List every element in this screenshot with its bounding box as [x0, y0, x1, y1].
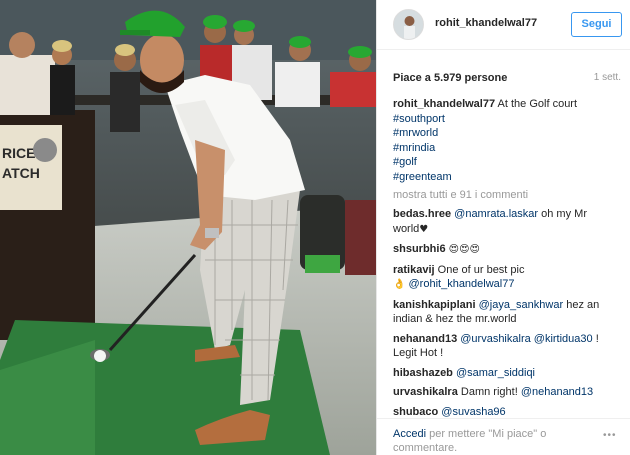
post-photo[interactable]: RICE ATCH — [0, 0, 376, 455]
comment-item: shsurbhi6 😍😍😍 — [393, 242, 623, 258]
login-prompt: Accedi per mettere "Mi piace" o commenta… — [393, 427, 583, 455]
hashtag-link[interactable]: #greenteam — [393, 170, 623, 185]
heart-icon: ♥ — [419, 223, 429, 235]
more-options-icon[interactable]: ••• — [603, 431, 623, 441]
comment-item: ratikavij One of ur best pic 👌 @rohit_kh… — [393, 263, 623, 293]
post-header: rohit_khandelwal77 Segui — [377, 0, 630, 50]
hashtag-link[interactable]: #golf — [393, 155, 623, 170]
comment-mention[interactable]: @suvasha96 — [441, 406, 505, 418]
comment-username[interactable]: bedas.hree — [393, 208, 451, 220]
comments-list: rohit_khandelwal77 At the Golf court #so… — [393, 97, 623, 417]
comment-mention[interactable]: @namrata.laskar — [454, 208, 538, 220]
banner-text-1: RICE — [2, 145, 35, 161]
caption-username[interactable]: rohit_khandelwal77 — [393, 98, 495, 110]
comment-mention[interactable]: @jaya_sankhwar — [479, 299, 564, 311]
photo-illustration: RICE ATCH — [0, 0, 376, 455]
comment-username[interactable]: shsurbhi6 — [393, 243, 446, 255]
post-timestamp[interactable]: 1 sett. — [594, 72, 621, 83]
comment-item: urvashikalra Damn right! @nehanand13 — [393, 385, 623, 400]
comment-username[interactable]: shubaco — [393, 406, 438, 418]
likes-row: Piace a 5.979 persone 1 sett. — [393, 72, 623, 86]
comment-text: One of ur best pic — [437, 263, 525, 276]
comment-item: bedas.hree @namrata.laskar oh my Mr worl… — [393, 207, 623, 237]
heart-eyes-emoji-icon: 😍😍😍 — [448, 244, 480, 255]
comment-mention[interactable]: @nehanand13 — [521, 386, 593, 398]
comment-item: shubaco @suvasha96 — [393, 405, 623, 418]
comment-username[interactable]: nehanand13 — [393, 333, 457, 345]
follow-button[interactable]: Segui — [571, 12, 622, 37]
avatar[interactable] — [393, 9, 424, 40]
comment-username[interactable]: hibashazeb — [393, 367, 453, 379]
avatar-image — [394, 10, 423, 39]
comment-username[interactable]: urvashikalra — [393, 386, 458, 398]
hashtag-link[interactable]: #mrindia — [393, 141, 623, 156]
comment-mention[interactable]: @kirtidua30 — [534, 333, 593, 345]
comment-text: Damn right! — [460, 386, 518, 398]
caption-text: At the Golf court — [497, 98, 578, 110]
ok-hand-icon: 👌 — [393, 279, 406, 290]
post-footer: Accedi per mettere "Mi piace" o commenta… — [377, 418, 630, 455]
banner-text-2: ATCH — [2, 165, 40, 181]
comment-item: hibashazeb @samar_siddiqi — [393, 366, 623, 381]
comment-item: nehanand13 @urvashikalra @kirtidua30 ! L… — [393, 332, 623, 361]
comment-mention[interactable]: @rohit_khandelwal77 — [409, 278, 515, 290]
likes-count[interactable]: Piace a 5.979 persone — [393, 72, 507, 84]
hashtag-link[interactable]: #mrworld — [393, 126, 623, 141]
comment-item: kanishkapiplani @jaya_sankhwar hez an in… — [393, 298, 623, 327]
comment-username[interactable]: kanishkapiplani — [393, 299, 476, 311]
username-link[interactable]: rohit_khandelwal77 — [435, 17, 537, 29]
hashtag-link[interactable]: #southport — [393, 112, 623, 127]
post-sidebar: rohit_khandelwal77 Segui Piace a 5.979 p… — [376, 0, 630, 455]
show-all-comments-link[interactable]: mostra tutti e 91 i commenti — [393, 188, 623, 202]
comment-username[interactable]: ratikavij — [393, 264, 435, 276]
post-caption: rohit_khandelwal77 At the Golf court #so… — [393, 97, 623, 184]
comment-mention[interactable]: @samar_siddiqi — [456, 367, 535, 379]
login-link[interactable]: Accedi — [393, 428, 426, 440]
comment-mention[interactable]: @urvashikalra — [460, 333, 530, 345]
